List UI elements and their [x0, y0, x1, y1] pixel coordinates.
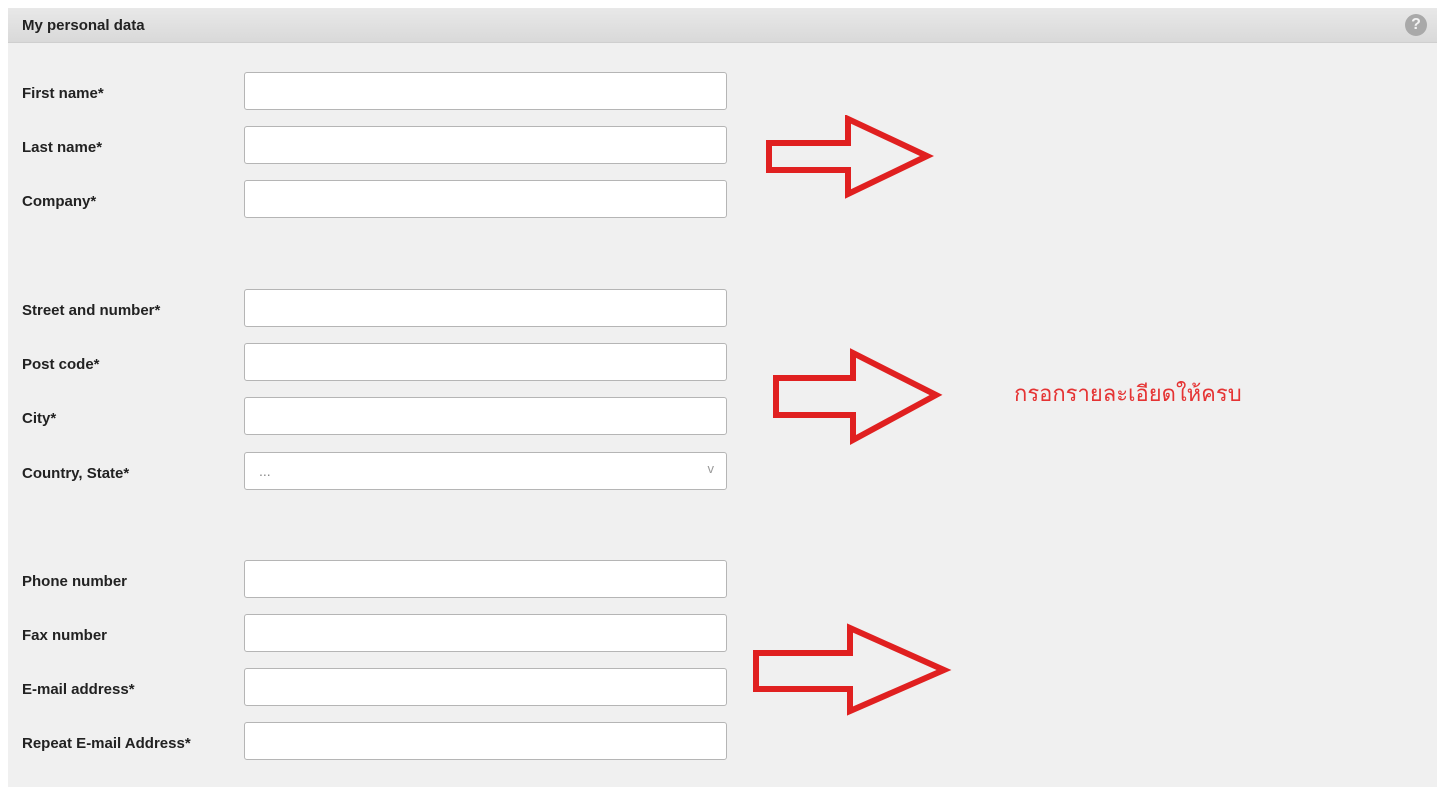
country-select[interactable]: ... v: [244, 452, 727, 490]
chevron-down-icon: v: [707, 461, 715, 476]
country-label: Country, State*: [22, 465, 130, 482]
first-name-field[interactable]: [244, 72, 727, 110]
arrow-right-icon: [766, 115, 934, 199]
phone-label: Phone number: [22, 573, 128, 590]
company-label: Company*: [22, 193, 97, 210]
country-selected-value: ...: [259, 463, 271, 479]
phone-field[interactable]: [244, 560, 727, 598]
street-field[interactable]: [244, 289, 727, 327]
post-code-field[interactable]: [244, 343, 727, 381]
city-field[interactable]: [244, 397, 727, 435]
post-code-label: Post code*: [22, 356, 100, 373]
panel-header: My personal data ?: [8, 8, 1437, 43]
last-name-field[interactable]: [244, 126, 727, 164]
last-name-label: Last name*: [22, 139, 103, 156]
fax-field[interactable]: [244, 614, 727, 652]
arrow-right-icon: [753, 623, 952, 716]
fill-in-details-note: กรอกรายละเอียดให้ครบ: [1014, 382, 1242, 407]
first-name-label: First name*: [22, 85, 104, 102]
city-label: City*: [22, 410, 57, 427]
repeat-email-label: Repeat E-mail Address*: [22, 735, 191, 752]
panel-title: My personal data: [22, 17, 145, 34]
street-label: Street and number*: [22, 302, 161, 319]
company-field[interactable]: [244, 180, 727, 218]
repeat-email-field[interactable]: [244, 722, 727, 760]
email-label: E-mail address*: [22, 681, 135, 698]
arrow-right-icon: [773, 348, 943, 446]
email-field[interactable]: [244, 668, 727, 706]
question-mark-icon[interactable]: ?: [1405, 14, 1427, 36]
fax-label: Fax number: [22, 627, 108, 644]
